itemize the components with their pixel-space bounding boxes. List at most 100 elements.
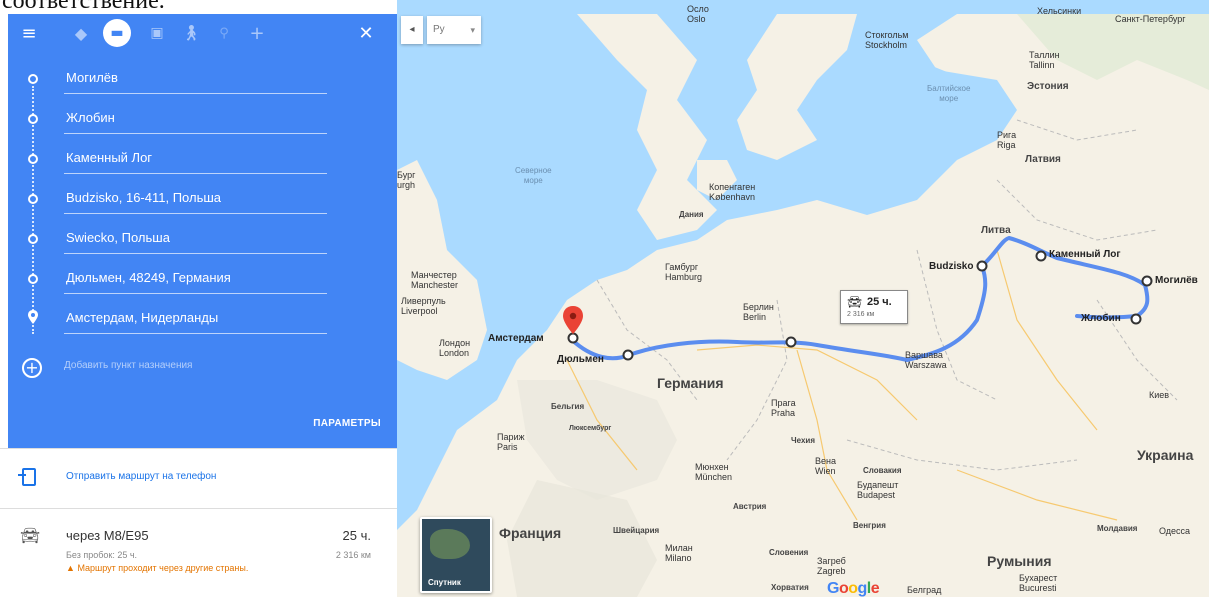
- map-label-latvia: Латвия: [1025, 154, 1061, 165]
- route-via: через M8/E95: [66, 528, 149, 543]
- map-label-belgium: Бельгия: [551, 402, 585, 411]
- map-label-czech: Чехия: [791, 436, 815, 445]
- map-label-vienna: Вена Wien: [815, 456, 836, 476]
- route-option[interactable]: 🚘︎ через M8/E95 25 ч. Без пробок: 25 ч. …: [0, 520, 397, 597]
- zhlobin-marker[interactable]: [1130, 313, 1142, 325]
- budzisko-marker[interactable]: [976, 260, 988, 272]
- waypoint-input[interactable]: Амстердам, Нидерланды: [64, 302, 327, 334]
- map-label-tallinn: Таллин Tallinn: [1029, 50, 1060, 70]
- map-label-copenhagen: Копенгаген København: [709, 182, 756, 202]
- waypoint-input[interactable]: Жлобин: [64, 102, 327, 134]
- car-icon: 🚘︎: [847, 295, 863, 309]
- add-circle-icon[interactable]: +: [22, 358, 42, 378]
- map-label-budapest: Будапешт Budapest: [857, 480, 899, 500]
- send-to-phone-link[interactable]: Отправить маршрут на телефон: [66, 471, 216, 482]
- waypoint-dot-icon: [28, 234, 38, 244]
- map-label-edinburgh: Бург urgh: [397, 170, 416, 190]
- map-label-ukraine: Украина: [1137, 447, 1194, 463]
- map-controls: ◂ Ру: [401, 16, 481, 44]
- satellite-thumbnail: [430, 529, 470, 559]
- route-pill-distance: 2 316 км: [847, 311, 875, 318]
- map-label-spb: Санкт-Петербург: [1115, 14, 1186, 24]
- map-label-denmark: Дания: [679, 210, 704, 219]
- swiecko-marker[interactable]: [785, 336, 797, 348]
- route-warning: ▲ Маршрут проходит через другие страны.: [66, 562, 296, 574]
- waypoint-dot-icon: [28, 154, 38, 164]
- map-label-baltic-sea: Балтийское море: [927, 84, 971, 103]
- google-logo: Google: [827, 580, 880, 597]
- map-label-mogilev: Могилёв: [1155, 275, 1198, 286]
- map-label-lithuania: Литва: [981, 225, 1011, 236]
- waypoint-input[interactable]: Могилёв: [64, 62, 327, 94]
- map-label-north-sea: Северное море: [515, 166, 552, 185]
- map-label-estonia: Эстония: [1027, 81, 1069, 92]
- waypoint-input[interactable]: Каменный Лог: [64, 142, 327, 174]
- send-to-phone-row[interactable]: Отправить маршрут на телефон: [0, 460, 397, 500]
- car-icon[interactable]: ▬: [103, 19, 131, 47]
- divider: [0, 448, 397, 449]
- map-label-odessa: Одесса: [1159, 526, 1191, 536]
- map-label-milan: Милан Milano: [665, 543, 693, 563]
- route-no-traffic: Без пробок: 25 ч.: [66, 550, 138, 560]
- send-to-phone-icon: [18, 468, 36, 486]
- map-label-liverpool: Ливерпуль Liverpool: [401, 296, 446, 316]
- route-pill-duration: 25 ч.: [867, 296, 892, 308]
- map-label-dulmen: Дюльмен: [557, 354, 604, 365]
- transit-icon[interactable]: ▣: [144, 20, 170, 46]
- directions-icon[interactable]: ◆: [68, 20, 94, 46]
- route-warning-text: Маршрут проходит через другие страны.: [77, 563, 249, 573]
- map-label-germany: Германия: [657, 375, 724, 391]
- map-label-warsaw: Варшава Warszawa: [905, 350, 947, 370]
- language-select[interactable]: Ру: [427, 16, 481, 44]
- waypoint-input[interactable]: Budzisko, 16-411, Польша: [64, 182, 327, 214]
- waypoint-input[interactable]: Swiecko, Польша: [64, 222, 327, 254]
- directions-header: ≡ ◆ ▬ ▣ 🚶︎ ⚲ + ✕ Могилёв Жлобин Каменный…: [8, 14, 397, 448]
- bike-icon[interactable]: ⚲: [211, 20, 237, 46]
- mogilev-marker[interactable]: [1141, 275, 1153, 287]
- waypoint-input[interactable]: Дюльмен, 48249, Германия: [64, 262, 327, 294]
- map-label-munich: Мюнхен München: [695, 462, 733, 482]
- dulmen-marker[interactable]: [622, 349, 634, 361]
- route-distance: 2 316 км: [335, 550, 371, 560]
- menu-icon[interactable]: ≡: [16, 20, 42, 46]
- map-label-riga: Рига Riga: [997, 130, 1017, 150]
- map-label-berlin: Берлин Berlin: [743, 302, 774, 322]
- waypoint-3: Каменный Лог: [8, 140, 397, 180]
- add-destination-row[interactable]: + Добавить пункт назначения: [8, 352, 397, 384]
- map-label-belgrade: Белград: [907, 585, 942, 595]
- map-label-hamburg: Гамбург Hamburg: [665, 262, 703, 282]
- map-background: [397, 0, 1209, 597]
- map-label-budzisko: Budzisko: [929, 261, 974, 272]
- directions-panel: ≡ ◆ ▬ ▣ 🚶︎ ⚲ + ✕ Могилёв Жлобин Каменный…: [0, 14, 397, 597]
- collapse-panel-button[interactable]: ◂: [401, 16, 423, 44]
- map-label-hungary: Венгрия: [853, 521, 886, 530]
- route-info-pill[interactable]: 🚘︎ 25 ч. 2 316 км: [840, 290, 908, 324]
- amsterdam-marker[interactable]: [567, 332, 579, 344]
- map-label-amsterdam: Амстердам: [488, 333, 544, 344]
- waypoint-7: Амстердам, Нидерланды: [8, 300, 397, 340]
- walk-icon[interactable]: 🚶︎: [178, 20, 204, 46]
- flight-icon[interactable]: +: [244, 20, 270, 46]
- waypoint-dot-icon: [28, 274, 38, 284]
- map-canvas[interactable]: ◂ Ру Осло Oslo Стокгольм Stockholm Хельс…: [397, 0, 1209, 597]
- map-label-oslo: Осло Oslo: [687, 4, 709, 24]
- waypoint-5: Swiecko, Польша: [8, 220, 397, 260]
- map-label-romania: Румыния: [987, 553, 1052, 569]
- waypoint-2: Жлобин: [8, 100, 397, 140]
- map-label-bucharest: Бухарест Bucuresti: [1019, 573, 1058, 593]
- satellite-toggle[interactable]: Спутник: [420, 517, 492, 593]
- satellite-label: Спутник: [428, 578, 461, 587]
- close-icon[interactable]: ✕: [353, 20, 379, 46]
- map-label-austria: Австрия: [733, 502, 767, 511]
- map-label-paris: Париж Paris: [497, 432, 525, 452]
- map-label-slovakia: Словакия: [863, 466, 902, 475]
- add-destination-input[interactable]: Добавить пункт назначения: [64, 360, 192, 371]
- map-label-zagreb: Загреб Zagreb: [817, 556, 846, 576]
- map-label-kyiv: Киев: [1149, 390, 1170, 400]
- map-label-zhlobin: Жлобин: [1081, 313, 1121, 324]
- parameters-button[interactable]: ПАРАМЕТРЫ: [313, 418, 381, 429]
- map-label-kamenny-log: Каменный Лог: [1049, 249, 1121, 260]
- waypoint-6: Дюльмен, 48249, Германия: [8, 260, 397, 300]
- kamenny-log-marker[interactable]: [1035, 250, 1047, 262]
- waypoint-dot-icon: [28, 74, 38, 84]
